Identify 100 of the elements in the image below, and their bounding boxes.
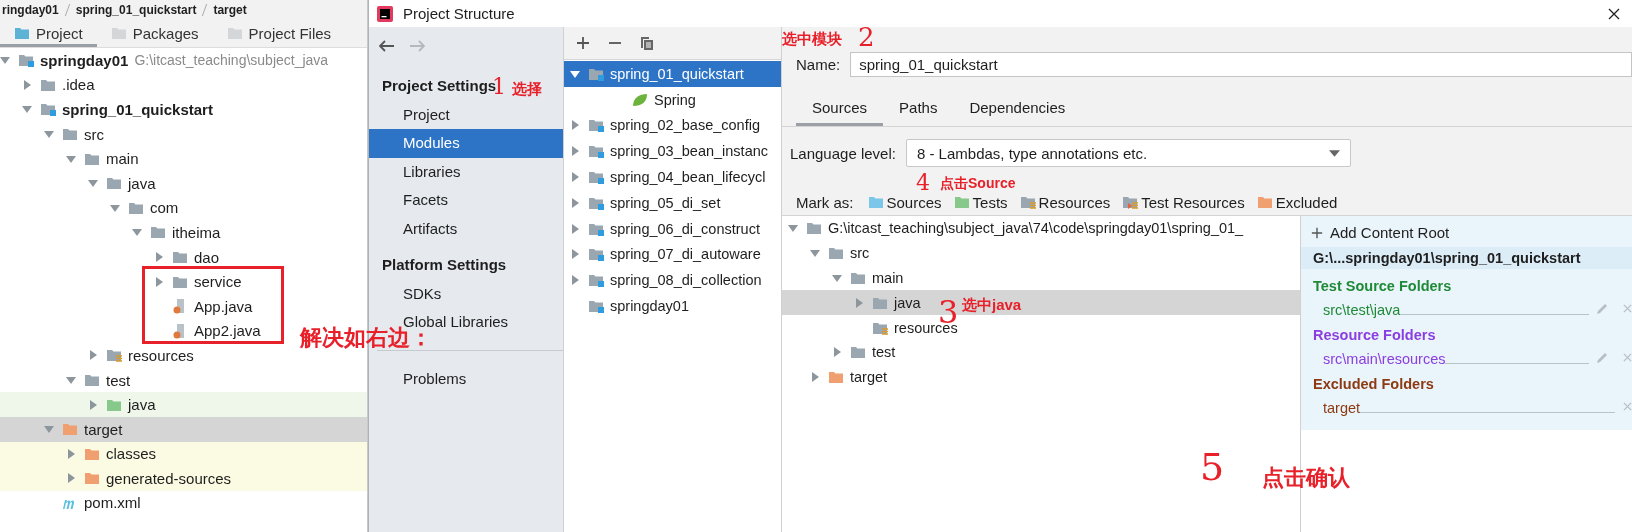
settings-nav-item[interactable]: Libraries [369,157,563,186]
tree-item[interactable]: classes [106,445,157,463]
tree-item[interactable]: java [128,396,156,414]
language-level-dropdown[interactable]: 8 - Lambdas, type annotations etc. [905,139,1351,167]
tree-item[interactable]: .idea [62,76,95,94]
mark-as-button[interactable]: Excluded [1252,193,1342,211]
expand-arrow-icon[interactable] [66,375,76,385]
pencil-icon[interactable] [1595,351,1609,365]
expand-arrow-icon[interactable] [810,372,820,383]
tree-item[interactable]: test [106,371,131,389]
expand-arrow-icon[interactable] [570,172,580,183]
add-icon[interactable] [576,36,590,50]
forward-arrow-icon[interactable] [409,39,425,52]
expand-arrow-icon[interactable] [66,448,76,459]
expand-arrow-icon[interactable] [570,249,580,260]
settings-nav-item[interactable]: Artifacts [369,214,563,243]
expand-arrow-icon[interactable] [66,473,76,484]
view-tab[interactable]: Project [0,19,97,47]
mark-as-button[interactable]: Tests [949,193,1012,211]
pencil-icon[interactable] [1595,302,1609,316]
back-arrow-icon[interactable] [379,39,395,52]
content-tree-item[interactable]: java [894,294,921,311]
expand-arrow-icon[interactable] [570,275,580,286]
expand-arrow-icon[interactable] [570,68,580,79]
tree-item[interactable]: dao [194,248,220,266]
settings-nav-item[interactable]: Modules [369,129,563,158]
expand-arrow-icon[interactable] [832,347,842,358]
tree-item[interactable]: main [106,150,139,168]
tree-item[interactable]: pom.xml [84,494,141,512]
module-item[interactable]: spring_08_di_collection [610,272,762,289]
breadcrumb-item[interactable]: spring_01_quickstart [75,2,197,17]
mark-as-button[interactable]: Resources [1015,193,1115,211]
copy-icon[interactable] [640,36,654,50]
view-tab[interactable]: Project Files [212,19,346,47]
content-tree-item[interactable]: src [850,245,870,262]
tree-item[interactable]: resources [128,346,194,364]
tree-item[interactable]: com [150,199,179,217]
settings-nav-item[interactable]: Problems [369,364,563,393]
mark-as-button[interactable]: Test Resources [1118,193,1249,211]
mark-as-button[interactable]: Sources [863,193,946,211]
step-number: 2 [858,24,875,50]
close-icon[interactable] [1608,7,1620,20]
module-item[interactable]: spring_03_bean_instanc [610,143,768,160]
expand-arrow-icon[interactable] [570,197,580,208]
expand-arrow-icon[interactable] [570,146,580,157]
name-input-field[interactable]: spring_01_quickstart [850,52,1632,77]
tree-item[interactable]: spring_01_quickstart [62,101,213,118]
expand-arrow-icon[interactable] [22,104,32,115]
module-tab[interactable]: Sources [796,93,884,126]
settings-nav-item[interactable]: Project [369,100,563,129]
module-item[interactable]: spring_05_di_set [610,194,721,211]
expand-arrow-icon[interactable] [810,248,820,259]
tree-item[interactable]: java [128,174,156,192]
expand-arrow-icon[interactable] [154,252,164,263]
tree-item[interactable]: target [84,420,123,438]
expand-arrow-icon[interactable] [22,79,32,90]
module-tab[interactable]: Paths [883,93,954,126]
expand-arrow-icon[interactable] [0,55,10,66]
view-tab[interactable]: Packages [96,19,213,47]
breadcrumb-item[interactable]: target [213,2,247,17]
module-tab[interactable]: Dependencies [953,93,1082,126]
expand-arrow-icon[interactable] [88,399,98,410]
settings-nav-item[interactable]: Facets [369,186,563,215]
content-tree-item[interactable]: main [872,270,904,286]
expand-arrow-icon[interactable] [88,350,98,361]
module-item[interactable]: spring_06_di_construct [610,220,760,237]
expand-arrow-icon[interactable] [132,227,142,238]
expand-arrow-icon[interactable] [44,424,54,435]
content-tree-item[interactable]: test [872,344,896,361]
expand-arrow-icon[interactable] [44,129,54,140]
module-item[interactable]: Spring [654,91,696,108]
add-content-root-button[interactable]: Add Content Root [1301,216,1460,247]
content-tree-item[interactable]: G:\itcast_teaching\subject_java\74\code\springday01\spring_01_ [828,220,1244,237]
tree-item[interactable]: itheima [172,223,221,241]
expand-arrow-icon[interactable] [88,178,98,189]
module-item[interactable]: spring_02_base_config [610,117,760,134]
expand-arrow-icon[interactable] [854,297,864,308]
tree-item[interactable]: App2.java [194,322,261,340]
expand-arrow-icon[interactable] [832,273,842,283]
expand-arrow-icon[interactable] [110,202,120,213]
expand-arrow-icon[interactable] [66,153,76,164]
tree-item[interactable]: service [194,273,242,291]
module-item[interactable]: springday01 [610,298,689,315]
tree-item[interactable]: src [84,125,104,143]
module-item[interactable]: spring_07_di_autoware [610,246,761,263]
expand-arrow-icon[interactable] [788,223,798,234]
folder-icon [850,344,866,361]
expand-arrow-icon[interactable] [570,223,580,234]
content-tree-item[interactable]: target [850,369,888,386]
module-item[interactable]: spring_04_bean_lifecycl [610,169,766,186]
annotation-note: 选中java [962,296,1022,315]
step-number: 5 [1200,448,1225,486]
tree-item[interactable]: springday01 [40,51,129,69]
expand-arrow-icon[interactable] [154,276,164,287]
resources-folder-icon [1019,194,1036,210]
tree-item[interactable]: App.java [194,297,253,315]
expand-arrow-icon[interactable] [570,120,580,131]
breadcrumb-item[interactable]: ringday01 [2,2,59,17]
window-title: Project Structure [403,5,516,22]
settings-nav-item[interactable]: SDKs [369,279,563,308]
